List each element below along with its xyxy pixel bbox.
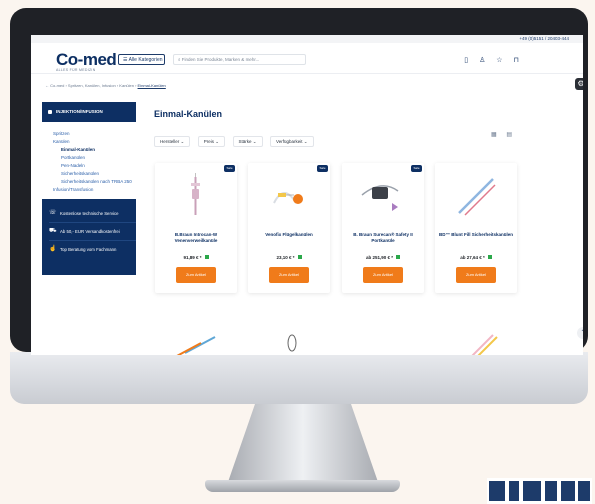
sidebar-item-kanuelen[interactable]: Kanülen	[53, 138, 136, 145]
sidebar-item-infusion[interactable]: Infusion/Transfusion	[53, 186, 136, 193]
breadcrumb-item[interactable]: Kanülen	[119, 83, 134, 88]
monitor-chin	[10, 352, 588, 404]
product-card[interactable]: Sale Venofix Flügelkanülen 23,10 € * Zum…	[248, 163, 330, 293]
service-box: ☏ Kostenlose technische Service ⛟ Ab 50,- …	[42, 199, 136, 275]
in-stock-icon	[396, 255, 401, 259]
search-input[interactable]: ⌕ Finden Sie Produkte, Marken & mehr...	[173, 54, 306, 65]
product-image	[273, 192, 303, 204]
monitor-base	[205, 480, 400, 492]
filter-bar: Hersteller ⌄ Preis ⌄ Stärke ⌄ Verfügbark…	[154, 130, 317, 148]
filter-preis[interactable]: Preis ⌄	[197, 136, 226, 147]
product-card[interactable]: Sale B.Braun Introcan-W Venenverweilkanü…	[155, 163, 237, 293]
sale-badge: Sale	[317, 165, 328, 172]
account-icon[interactable]: ♙	[479, 57, 485, 64]
product-card[interactable]	[155, 323, 237, 355]
sidebar-category-list: Spritzen Kanülen Einmal-Kanülen Portkanü…	[42, 122, 136, 193]
product-card[interactable]: Sale B. Braun Surecan® Safety II Portkan…	[342, 163, 424, 293]
product-image	[287, 334, 297, 352]
sidebar: INJEKTION/INFUSION Spritzen Kanülen Einm…	[42, 102, 136, 275]
product-image	[458, 178, 496, 216]
phone-number[interactable]: +49 (0)5151 / 20403-444	[519, 36, 569, 41]
browser-screen: +49 (0)5151 / 20403-444 Co-med ALLES FÜR…	[31, 35, 583, 355]
in-stock-icon	[487, 255, 492, 259]
filter-staerke[interactable]: Stärke ⌄	[232, 136, 263, 147]
in-stock-icon	[297, 255, 302, 259]
sidebar-item-portkanuelen[interactable]: Portkanülen	[53, 154, 136, 161]
product-image	[176, 336, 216, 355]
service-item: ☏ Kostenlose technische Service	[49, 205, 136, 223]
service-item: ☝ Top Beratung vom Fachmann	[49, 241, 136, 258]
list-view-icon[interactable]: ▤	[506, 132, 512, 138]
topbar: +49 (0)5151 / 20403-444	[31, 35, 583, 43]
thumbs-up-icon: ☝	[49, 246, 57, 252]
product-button[interactable]: Zum Artikel	[363, 267, 403, 283]
filter-verfuegbarkeit[interactable]: Verfügbarkeit ⌄	[270, 136, 314, 147]
product-price: ab 251,90 € *	[346, 255, 420, 260]
sidebar-item-einmal-kanuelen[interactable]: Einmal-Kanülen	[53, 146, 136, 153]
product-price: ab 27,64 € *	[439, 255, 513, 260]
product-price: 23,10 € *	[252, 255, 326, 260]
product-button[interactable]: Zum Artikel	[269, 267, 309, 283]
product-image	[361, 185, 399, 211]
view-toggle: ▦ ▤	[483, 131, 512, 138]
product-name[interactable]: B.Braun Introcan-W Venenverweilkanüle	[159, 232, 233, 244]
header-icons: ▯ ♙ ☆ ⊓	[455, 56, 519, 64]
product-name[interactable]: BD™ Blunt Fill Sicherheitskanülen	[439, 232, 513, 238]
settings-icon[interactable]: ⚙	[575, 78, 583, 90]
sidebar-item-sicherheitskanuelen-trba[interactable]: Sicherheitskanülen nach TRBA 250	[53, 178, 136, 185]
breadcrumb-item[interactable]: Co-med	[50, 83, 64, 88]
cart-icon[interactable]: ⊓	[514, 57, 519, 64]
sale-badge: Sale	[411, 165, 422, 172]
in-stock-icon	[204, 255, 209, 259]
breadcrumb: ← Co-med › Spritzen, Kanülen, Infusion ›…	[45, 83, 166, 88]
grid-view-icon[interactable]: ▦	[491, 132, 497, 138]
product-button[interactable]: Zum Artikel	[176, 267, 216, 283]
product-price: 91,89 € *	[159, 255, 233, 260]
sidebar-item-pen-nadeln[interactable]: Pen-Nadeln	[53, 162, 136, 169]
product-card[interactable]	[435, 323, 517, 355]
truck-icon: ⛟	[49, 228, 57, 234]
product-card[interactable]	[248, 323, 330, 355]
all-categories-button[interactable]: ☰ Alle Kategorien	[118, 54, 165, 65]
sale-badge: Sale	[224, 165, 235, 172]
sidebar-item-sicherheitskanuelen[interactable]: Sicherheitskanülen	[53, 170, 136, 177]
breadcrumb-current: Einmal-Kanülen	[137, 83, 166, 88]
filter-hersteller[interactable]: Hersteller ⌄	[154, 136, 191, 147]
sidebar-heading[interactable]: INJEKTION/INFUSION	[42, 102, 136, 122]
scroll-to-top-button[interactable]: ⌃	[577, 327, 583, 339]
page-title: Einmal-Kanülen	[154, 109, 223, 119]
site-logo[interactable]: Co-med ALLES FÜR MEDIZIN	[56, 50, 117, 72]
phone-icon: ☏	[49, 210, 57, 216]
breadcrumb-item[interactable]: Spritzen, Kanülen, Infusion	[68, 83, 116, 88]
product-button[interactable]: Zum Artikel	[456, 267, 496, 283]
compare-icon[interactable]: ▯	[464, 57, 468, 64]
product-image	[191, 173, 200, 215]
site-header: Co-med ALLES FÜR MEDIZIN ☰ Alle Kategori…	[31, 43, 583, 74]
qr-code	[487, 478, 592, 504]
service-item: ⛟ Ab 50,- EUR Versandkostenfrei	[49, 223, 136, 241]
product-card[interactable]: BD™ Blunt Fill Sicherheitskanülen ab 27,…	[435, 163, 517, 293]
wishlist-icon[interactable]: ☆	[496, 57, 502, 64]
product-name[interactable]: B. Braun Surecan® Safety II Portkanüle	[346, 232, 420, 244]
product-image	[471, 334, 498, 355]
product-name[interactable]: Venofix Flügelkanülen	[252, 232, 326, 238]
sidebar-item-spritzen[interactable]: Spritzen	[53, 130, 136, 137]
monitor-stand	[228, 404, 378, 482]
